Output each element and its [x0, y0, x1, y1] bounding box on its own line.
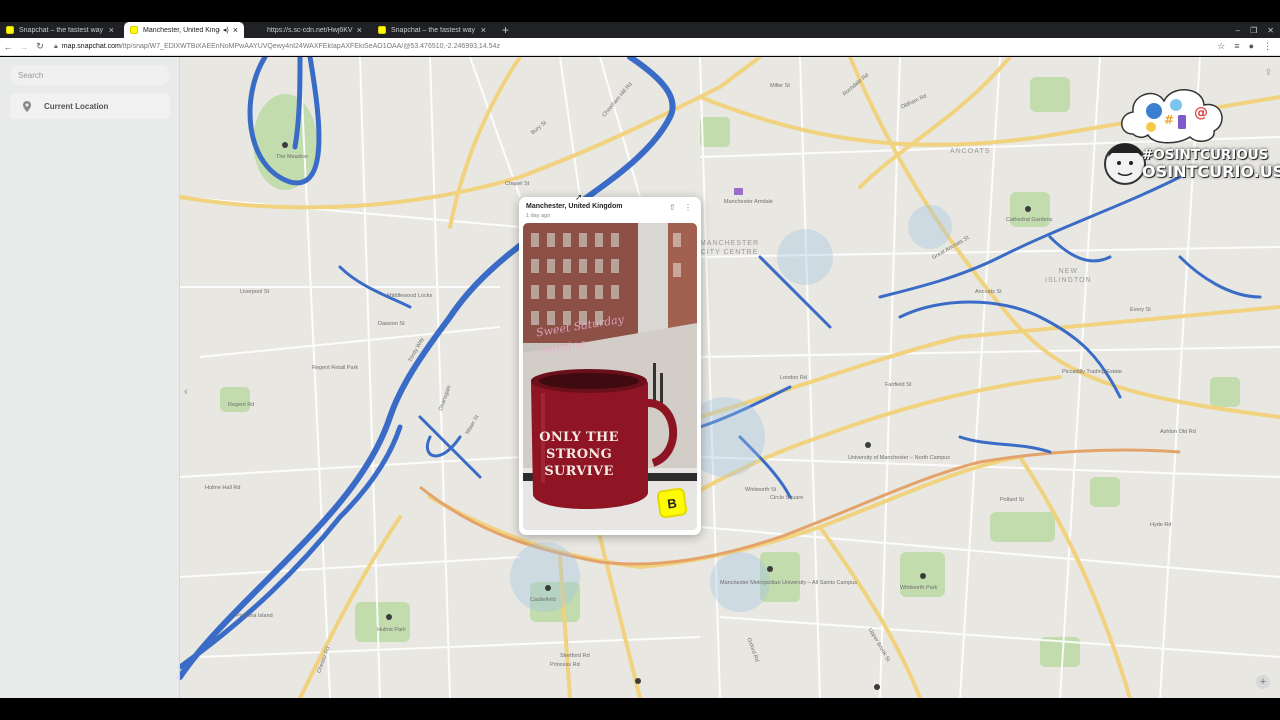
- close-tab-icon[interactable]: ×: [109, 25, 114, 35]
- tab-title: https://s.sc-cdn.net/Hwj6KV: [267, 26, 353, 34]
- street-label: Chapel St: [505, 181, 530, 187]
- svg-text:@: @: [1194, 105, 1208, 121]
- street-label: Ancoats St: [975, 289, 1002, 295]
- snap-timestamp: 1 day ago: [526, 213, 551, 219]
- url-field[interactable]: 🔒︎ map.snapchat.com/ttp/snap/W7_EDlXWTBiX…: [54, 43, 1217, 51]
- profile-avatar-icon[interactable]: ●: [1249, 41, 1254, 52]
- current-location-button[interactable]: Current Location: [10, 93, 170, 119]
- collapse-sidebar-chevron-icon[interactable]: ‹: [180, 382, 192, 402]
- blank-page-icon: [254, 26, 262, 34]
- svg-text:#: #: [1164, 113, 1174, 127]
- browser-tab-strip: Snapchat – the fastest way to × Manchest…: [0, 22, 1280, 38]
- place-label: Whitworth Park: [900, 585, 938, 591]
- street-label: Stretford Rd: [560, 653, 590, 659]
- new-tab-button[interactable]: +: [496, 22, 515, 38]
- url-path: /ttp/snap/W7_EDlXWTBiXAEEnNoMPwAAYUVQewy…: [120, 42, 500, 50]
- place-label: Cathedral Gardens: [1006, 217, 1053, 223]
- close-tab-icon[interactable]: ×: [481, 25, 486, 35]
- place-label: Hulme Park: [377, 627, 406, 633]
- place-label: Pomona Island: [236, 613, 273, 619]
- browser-tab-manchester[interactable]: Manchester, United Kingd ◂) ×: [124, 22, 244, 38]
- snap-location-title: Manchester, United Kingdom: [526, 203, 623, 210]
- snapchat-icon: [378, 26, 386, 34]
- page-content: MANCHESTER CITY CENTRE ANCOATS NEW ISLINGT…: [0, 57, 1280, 698]
- snap-media[interactable]: Sweet Saturday morning ONLY THE STRONG S…: [523, 223, 697, 530]
- place-label: Circle Square: [770, 495, 804, 501]
- address-bar: ← → ↻ 🔒︎ map.snapchat.com/ttp/snap/W7_EDl…: [0, 38, 1280, 56]
- street-label: Fairfield St: [885, 382, 912, 388]
- place-label: Castlefield: [530, 597, 556, 603]
- street-label: Miller St: [770, 83, 790, 89]
- back-arrow-icon[interactable]: ←: [0, 42, 16, 52]
- arndale-marker: [734, 188, 743, 195]
- sidebar: Search Current Location: [0, 57, 180, 698]
- tab-title: Snapchat – the fastest way to: [391, 26, 477, 34]
- tab-title: Manchester, United Kingd: [143, 26, 220, 34]
- mouse-cursor-icon: ➚: [575, 192, 583, 202]
- place-label: The Meadow: [276, 154, 308, 160]
- media-control-icon[interactable]: ≡: [1234, 41, 1239, 52]
- place-label: University of Manchester – North Campus: [848, 455, 951, 461]
- street-label: Princess Rd: [550, 662, 580, 668]
- street-label: Every St: [1130, 307, 1151, 313]
- brand-url: OSINTCURIO.US: [1142, 162, 1280, 181]
- browser-menu-icon[interactable]: ⋮: [1263, 41, 1272, 52]
- street-label: Pollard St: [1000, 497, 1024, 503]
- url-host: map.snapchat.com: [61, 42, 121, 50]
- lock-icon: 🔒︎: [54, 42, 58, 50]
- district-label: ANCOATS: [950, 148, 991, 155]
- street-label: Regent Rd: [228, 402, 255, 408]
- zoom-in-button[interactable]: +: [1256, 675, 1270, 689]
- district-label: NEW ISLINGTON: [1045, 268, 1092, 284]
- snapchat-icon: [130, 26, 138, 34]
- street-label: Ashton Old Rd: [1160, 429, 1196, 435]
- place-label: Middlewood Locks: [387, 293, 433, 299]
- place-label: Manchester Arndale: [724, 199, 773, 205]
- location-pin-icon: [23, 100, 31, 112]
- more-options-icon[interactable]: ⋮: [684, 203, 692, 212]
- bitmoji-sticker-icon: B: [656, 487, 688, 519]
- street-label: Whitworth St: [745, 487, 777, 493]
- place-label: Regent Retail Park: [312, 365, 359, 371]
- street-label: Hulme Hall Rd: [205, 485, 241, 491]
- snap-photo: [523, 223, 697, 530]
- audio-playing-icon[interactable]: ◂): [223, 26, 229, 34]
- street-label: London Rd: [780, 375, 807, 381]
- browser-tab-cdn[interactable]: https://s.sc-cdn.net/Hwj6KV ×: [248, 22, 368, 38]
- close-tab-icon[interactable]: ×: [233, 25, 238, 35]
- place-label: Manchester Metropolitan University – All…: [720, 580, 857, 586]
- street-label: Hyde Rd: [1150, 522, 1172, 528]
- browser-tab-snapchat-1[interactable]: Snapchat – the fastest way to ×: [0, 22, 120, 38]
- forward-arrow-icon[interactable]: →: [16, 42, 32, 52]
- tab-title: Snapchat – the fastest way to: [19, 26, 105, 34]
- share-map-icon[interactable]: ⇪: [1264, 67, 1272, 78]
- close-tab-icon[interactable]: ×: [357, 25, 362, 35]
- minimize-icon[interactable]: –: [1236, 26, 1240, 35]
- snap-card[interactable]: Manchester, United Kingdom 1 day ago ⇧ ⋮: [519, 197, 701, 535]
- search-input[interactable]: Search: [10, 65, 170, 85]
- place-label: Piccadilly Trading Estate: [1062, 369, 1122, 375]
- maximize-icon[interactable]: ❐: [1250, 26, 1257, 35]
- screen-bottom-bar: [0, 698, 1280, 720]
- reload-icon[interactable]: ↻: [32, 41, 48, 52]
- bookmark-star-icon[interactable]: ☆: [1217, 41, 1225, 52]
- current-location-label: Current Location: [44, 101, 109, 111]
- brand-hashtag: #OSINTCURIOUS: [1142, 147, 1269, 163]
- browser-tab-snapchat-2[interactable]: Snapchat – the fastest way to ×: [372, 22, 492, 38]
- street-label: Dawson St: [378, 321, 405, 327]
- window-controls: – ❐ ✕: [1236, 22, 1274, 38]
- snapchat-icon: [6, 26, 14, 34]
- street-label: Liverpool St: [240, 289, 270, 295]
- close-window-icon[interactable]: ✕: [1267, 26, 1274, 35]
- share-icon[interactable]: ⇧: [669, 203, 676, 212]
- screen-top-bar: [0, 0, 1280, 22]
- mug-slogan: ONLY THE STRONG SURVIVE: [539, 430, 619, 479]
- district-label: MANCHESTER CITY CENTRE: [700, 240, 760, 256]
